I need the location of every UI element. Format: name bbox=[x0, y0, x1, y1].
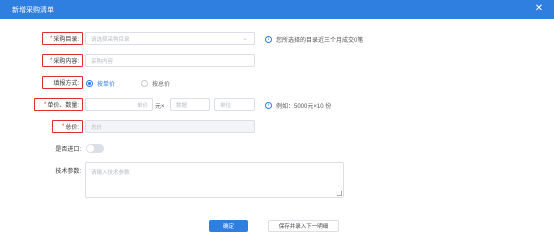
content-label-text: 采购内容: bbox=[53, 59, 79, 65]
radio-by-unit-price[interactable]: 按单价 bbox=[86, 79, 115, 88]
unit-price-hint: i 例如：5000元×10 份 bbox=[265, 101, 331, 110]
quantity-placeholder: 数据 bbox=[176, 102, 188, 109]
unit-price-qty-label: * 单价、数量: bbox=[34, 98, 83, 111]
unit-price-input[interactable]: 单价 bbox=[85, 98, 153, 111]
unit-input[interactable]: 单位 bbox=[214, 98, 255, 111]
catalog-label-text: 采购目录: bbox=[53, 37, 79, 43]
catalog-select[interactable]: 请选择采购目录 ⌄ bbox=[85, 32, 255, 45]
content-input-placeholder: 采购内容 bbox=[91, 58, 114, 65]
radio-by-total-price-label: 按总价 bbox=[152, 82, 171, 88]
radio-by-unit-price-label: 按单价 bbox=[97, 82, 116, 88]
import-label: 是否进口: bbox=[40, 142, 81, 155]
price-suffix: 元× bbox=[155, 104, 165, 110]
total-price-label: * 总价: bbox=[52, 120, 83, 133]
total-price-input[interactable]: 总价 bbox=[85, 120, 255, 133]
fill-method-label-text: 填报方式: bbox=[53, 81, 79, 87]
tech-params-textarea[interactable]: 请输入技术参数 bbox=[85, 162, 344, 198]
unit-placeholder: 单位 bbox=[220, 102, 232, 109]
resize-handle-icon[interactable] bbox=[337, 191, 342, 196]
confirm-button[interactable]: 确定 bbox=[209, 220, 248, 232]
tech-params-label-text: 技术参数: bbox=[55, 169, 81, 175]
catalog-label: * 采购目录: bbox=[42, 32, 83, 45]
info-icon: i bbox=[265, 102, 272, 109]
catalog-hint-text: 您所选择的目录近三个月成交0笔 bbox=[276, 38, 364, 44]
unit-price-placeholder: 单价 bbox=[136, 102, 148, 109]
toggle-knob bbox=[87, 145, 94, 152]
radio-dot bbox=[141, 80, 148, 87]
dialog-title: 新增采购清单 bbox=[12, 6, 54, 14]
quantity-input[interactable]: 数据 bbox=[170, 98, 210, 111]
fill-method-label: 填报方式: bbox=[42, 76, 83, 89]
info-icon: i bbox=[265, 36, 272, 43]
import-toggle[interactable] bbox=[86, 144, 104, 153]
unit-price-qty-label-text: 单价、数量: bbox=[47, 103, 79, 109]
dialog-titlebar: 新增采购清单 ✕ bbox=[0, 0, 554, 19]
total-price-placeholder: 总价 bbox=[91, 124, 103, 131]
import-label-text: 是否进口: bbox=[55, 147, 81, 153]
content-label: * 采购内容: bbox=[42, 54, 83, 67]
total-price-label-text: 总价: bbox=[65, 125, 79, 131]
radio-by-total-price[interactable]: 按总价 bbox=[141, 79, 170, 88]
tech-params-label: 技术参数: bbox=[40, 164, 81, 177]
unit-price-hint-text: 例如：5000元×10 份 bbox=[276, 104, 332, 110]
content-input[interactable]: 采购内容 bbox=[85, 54, 255, 67]
chevron-down-icon: ⌄ bbox=[242, 36, 248, 42]
tech-params-placeholder: 请输入技术参数 bbox=[91, 170, 130, 176]
add-purchase-dialog: 新增采购清单 ✕ * 采购目录: 请选择采购目录 ⌄ i 您所选择的目录近三个月成… bbox=[0, 0, 554, 248]
catalog-hint: i 您所选择的目录近三个月成交0笔 bbox=[265, 35, 363, 44]
save-and-next-button[interactable]: 保存并录入下一明细 bbox=[268, 220, 339, 232]
close-icon[interactable]: ✕ bbox=[533, 3, 545, 15]
catalog-select-placeholder: 请选择采购目录 bbox=[91, 36, 130, 43]
radio-dot bbox=[86, 80, 93, 87]
